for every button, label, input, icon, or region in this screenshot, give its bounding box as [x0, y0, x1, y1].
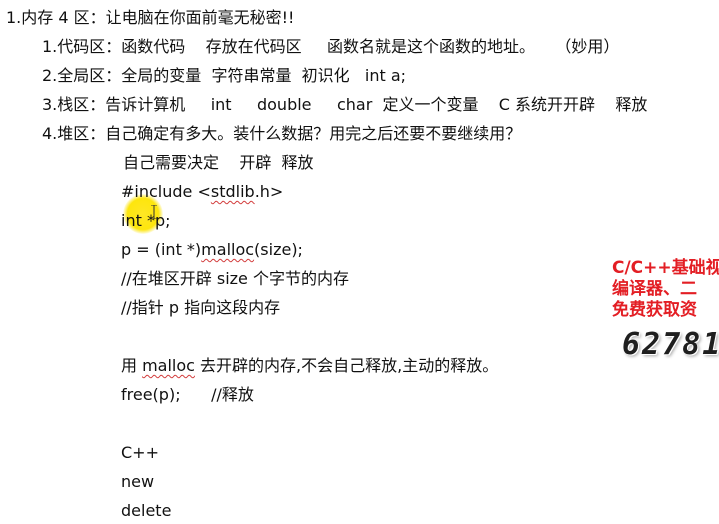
malloc-usage-note: 用 malloc 去开辟的内存,不会自己释放,主动的释放。	[121, 356, 498, 376]
malloc-suffix: (size);	[254, 240, 303, 259]
free-line: free(p); //释放	[121, 385, 254, 404]
promo-line-1: C/C++基础视	[612, 258, 719, 278]
cpp-new: new	[121, 472, 155, 491]
promo-line-2: 编译器、二	[612, 279, 697, 299]
pointer-declaration: int *p;	[121, 211, 171, 230]
heap-decide-note: 自己需要决定 开辟 释放	[123, 153, 314, 172]
page-heading: 1.内存 4 区：让电脑在你面前毫无秘密!!	[6, 8, 295, 27]
cpp-title: C++	[121, 443, 159, 462]
include-lib-name: stdlib	[210, 182, 255, 201]
include-line: #include <stdlib.h>	[121, 182, 283, 202]
malloc-word: malloc	[201, 240, 255, 259]
include-suffix: .h>	[254, 182, 284, 201]
promo-number: 62781	[622, 327, 719, 362]
text-cursor-icon	[151, 205, 157, 219]
cpp-delete: delete	[121, 501, 172, 520]
promo-line-3: 免费获取资	[612, 300, 697, 320]
section-stack-area: 3.栈区：告诉计算机 int double char 定义一个变量 C 系统开开…	[42, 95, 648, 114]
section-global-area: 2.全局区：全局的变量 字符串常量 初识化 int a;	[42, 66, 407, 85]
use-suffix: 去开辟的内存,不会自己释放,主动的释放。	[194, 356, 499, 375]
promo-overlay: C/C++基础视 编译器、二 免费获取资	[612, 258, 719, 321]
include-prefix: #include <	[121, 182, 211, 201]
comment-pointer: //指针 p 指向这段内存	[121, 298, 281, 317]
use-malloc-word: malloc	[142, 356, 195, 375]
comment-heap-alloc: //在堆区开辟 size 个字节的内存	[121, 269, 349, 288]
section-heap-area: 4.堆区：自己确定有多大。装什么数据？用完之后还要不要继续用？	[42, 124, 522, 143]
section-code-area: 1.代码区：函数代码 存放在代码区 函数名就是这个函数的地址。 （妙用）	[42, 37, 620, 56]
use-prefix: 用	[121, 356, 143, 375]
malloc-prefix: p = (int *)	[121, 240, 202, 259]
malloc-line: p = (int *)malloc(size);	[121, 240, 303, 260]
